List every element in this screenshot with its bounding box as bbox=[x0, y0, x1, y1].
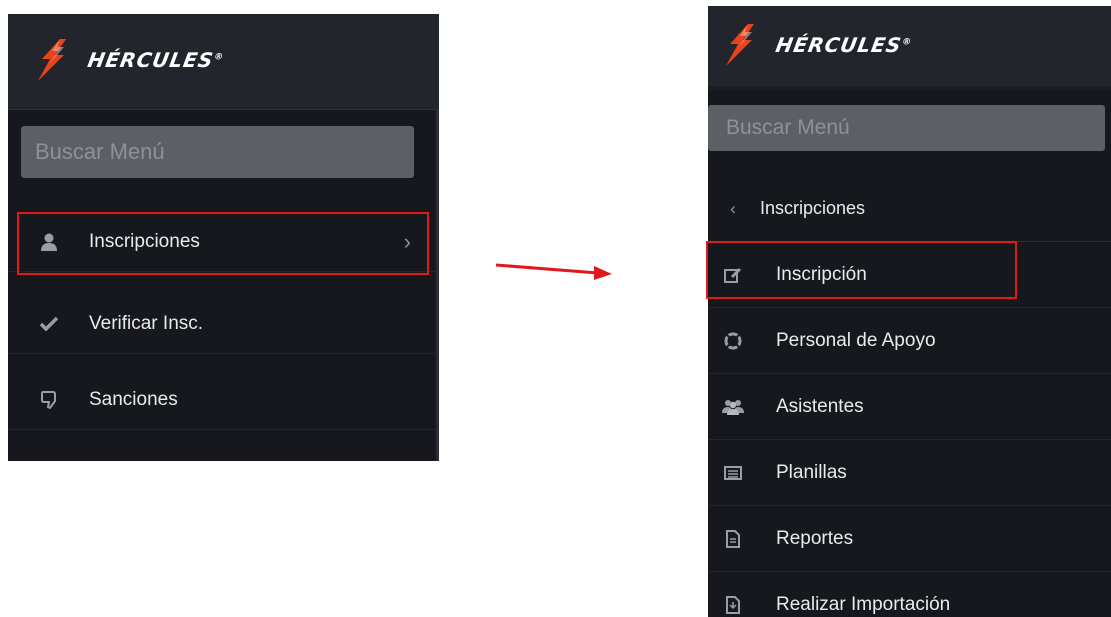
sidebar-item-inscripcion[interactable]: Inscripción bbox=[708, 242, 1111, 308]
hercules-logo-icon bbox=[726, 24, 754, 66]
life-ring-icon bbox=[722, 330, 744, 352]
sidebar-item-realizar-importacion[interactable]: Realizar Importación bbox=[708, 572, 1111, 617]
search-placeholder: Buscar Menú bbox=[726, 116, 850, 139]
sidebar-item-label: Personal de Apoyo bbox=[776, 329, 936, 351]
sidebar-back-inscripciones[interactable]: ‹ Inscripciones bbox=[708, 176, 1111, 242]
brand-logo[interactable]: HÉRCULES® bbox=[718, 22, 913, 68]
sidebar-item-verificar-insc[interactable]: Verificar Insc. bbox=[8, 294, 439, 354]
sidebar-item-label: Sanciones bbox=[89, 388, 178, 410]
chevron-left-icon: ‹ bbox=[730, 198, 736, 218]
brand-registered-mark: ® bbox=[901, 37, 913, 48]
sidebar-item-planillas[interactable]: Planillas bbox=[708, 440, 1111, 506]
file-icon bbox=[722, 528, 744, 550]
sidebar-item-label: Inscripciones bbox=[89, 230, 200, 252]
edit-icon bbox=[722, 264, 744, 286]
sidebar-item-personal-de-apoyo[interactable]: Personal de Apoyo bbox=[708, 308, 1111, 374]
sidebar-item-sanciones[interactable]: Sanciones bbox=[8, 370, 439, 430]
sidebar-after: HÉRCULES® Buscar Menú ‹ Inscripciones In… bbox=[708, 6, 1111, 617]
brand-registered-mark: ® bbox=[213, 52, 225, 63]
sidebar-header: HÉRCULES® bbox=[708, 6, 1111, 90]
search-placeholder: Buscar Menú bbox=[35, 139, 165, 164]
sidebar-before: HÉRCULES® Buscar Menú Inscripciones › Ve… bbox=[8, 14, 439, 461]
user-icon bbox=[38, 231, 60, 253]
check-icon bbox=[38, 313, 60, 335]
sidebar-item-label: Asistentes bbox=[776, 395, 864, 417]
file-import-icon bbox=[722, 594, 744, 616]
transition-arrow-icon bbox=[495, 263, 612, 280]
brand-name: HÉRCULES bbox=[773, 33, 904, 57]
thumbs-down-icon bbox=[38, 389, 60, 411]
search-menu-input[interactable]: Buscar Menú bbox=[21, 126, 414, 178]
sidebar-item-label: Verificar Insc. bbox=[89, 312, 204, 334]
hercules-logo-icon bbox=[38, 39, 66, 81]
sidebar-item-asistentes[interactable]: Asistentes bbox=[708, 374, 1111, 440]
chevron-right-icon: › bbox=[403, 228, 411, 254]
sidebar-item-inscripciones[interactable]: Inscripciones › bbox=[8, 212, 439, 272]
sidebar-back-label: Inscripciones bbox=[760, 198, 866, 218]
sidebar-item-reportes[interactable]: Reportes bbox=[708, 506, 1111, 572]
sidebar-item-label: Planillas bbox=[776, 461, 847, 483]
list-icon bbox=[722, 462, 744, 484]
sidebar-item-label: Reportes bbox=[776, 527, 854, 549]
users-icon bbox=[722, 396, 744, 418]
brand-logo[interactable]: HÉRCULES® bbox=[30, 37, 225, 83]
sidebar-item-label: Realizar Importación bbox=[776, 594, 951, 615]
sidebar-item-label: Inscripción bbox=[776, 263, 867, 285]
sidebar-header: HÉRCULES® bbox=[8, 14, 439, 110]
search-menu-input[interactable]: Buscar Menú bbox=[708, 105, 1105, 151]
brand-name: HÉRCULES bbox=[85, 48, 216, 72]
